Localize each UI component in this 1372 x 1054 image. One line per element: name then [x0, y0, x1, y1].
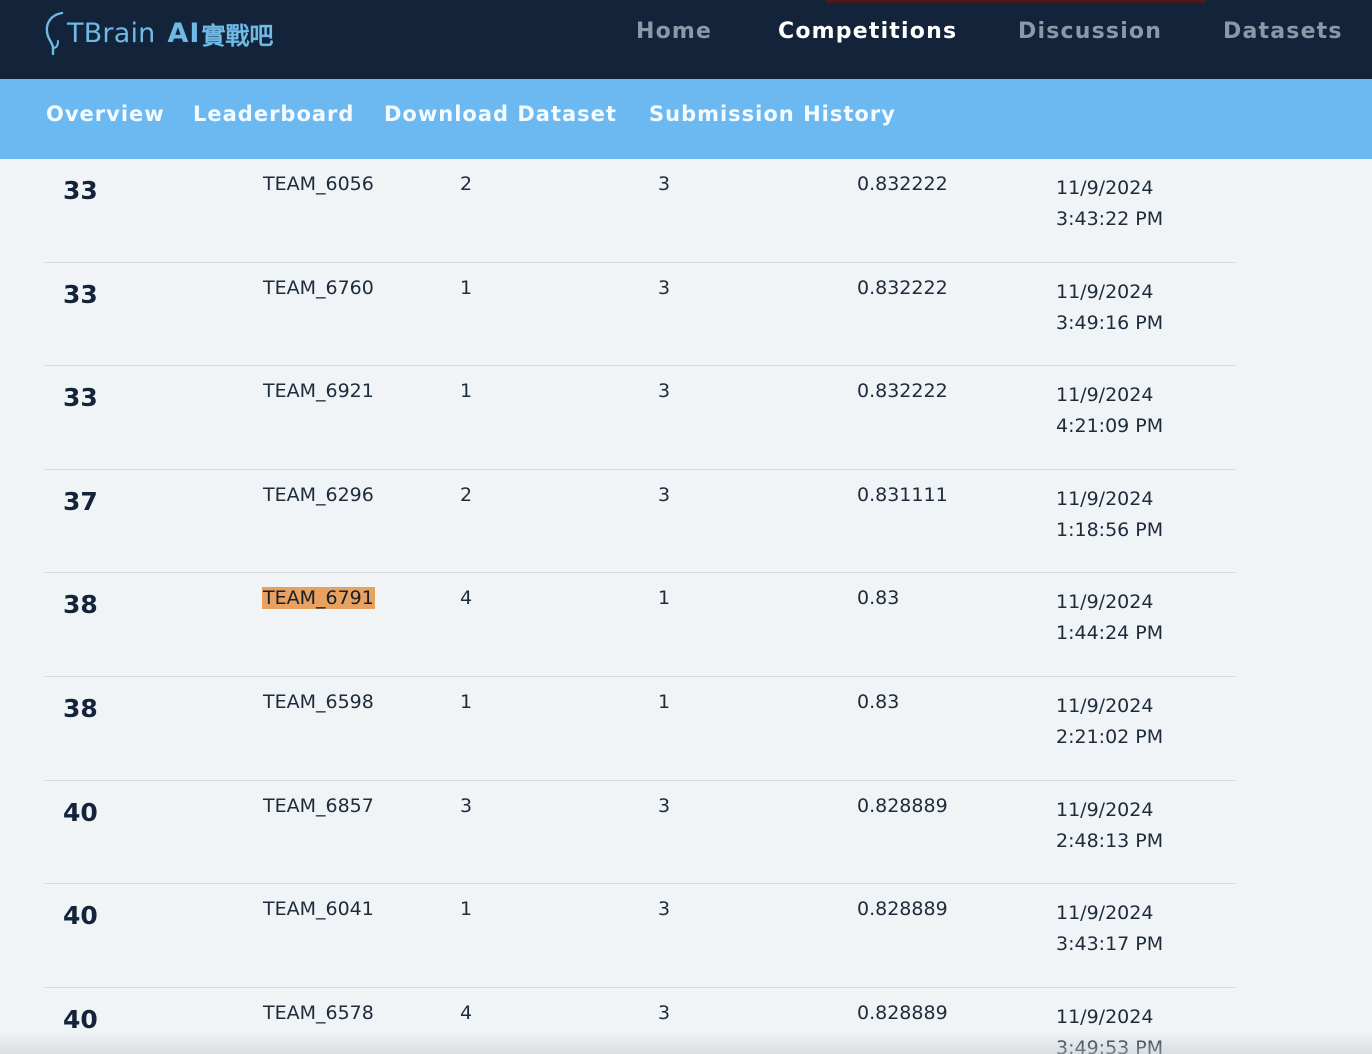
submitted-clock-time: 2:48:13 PM — [1056, 829, 1164, 852]
table-row: 33 TEAM_6760 1 3 0.832222 11/9/2024 3:49:16 PM — [44, 263, 1236, 367]
submitted-date: 11/9/2024 — [1056, 591, 1154, 614]
rank-cell: 33 — [63, 279, 98, 309]
brain-logo-icon — [44, 10, 66, 56]
submitted-time-cell: 11/9/2024 3:43:22 PM — [1056, 173, 1163, 235]
rank-cell: 38 — [63, 693, 98, 723]
rank-cell: 40 — [63, 797, 98, 827]
count-cell: 3 — [658, 794, 671, 817]
nav-home[interactable]: Home — [636, 19, 712, 44]
count-cell: 3 — [658, 173, 671, 195]
submissions-cell: 2 — [460, 483, 473, 506]
logo-chinese-text: 實戰吧 — [201, 21, 274, 50]
team-name-cell: TEAM_6296 — [263, 483, 374, 506]
submitted-clock-time: 3:43:22 PM — [1056, 208, 1164, 230]
submitted-clock-time: 1:44:24 PM — [1056, 622, 1164, 645]
rank-cell: 40 — [63, 901, 98, 931]
submitted-time-cell: 11/9/2024 4:21:09 PM — [1056, 380, 1163, 442]
submitted-date: 11/9/2024 — [1056, 1005, 1154, 1028]
count-cell: 3 — [658, 1001, 671, 1024]
submitted-date: 11/9/2024 — [1056, 902, 1154, 925]
score-cell: 0.828889 — [857, 898, 948, 921]
submitted-clock-time: 3:49:53 PM — [1056, 1036, 1164, 1054]
table-row: 38 TEAM_6791 4 1 0.83 11/9/2024 1:44:24 PM — [44, 573, 1236, 677]
table-row: 40 TEAM_6857 3 3 0.828889 11/9/2024 2:48:13 PM — [44, 781, 1236, 885]
count-cell: 3 — [658, 898, 671, 921]
nav-discussion[interactable]: Discussion — [1018, 19, 1162, 44]
team-name-cell: TEAM_6760 — [263, 276, 374, 299]
count-cell: 1 — [658, 690, 671, 713]
submissions-cell: 2 — [460, 173, 473, 195]
tab-leaderboard[interactable]: Leaderboard — [193, 102, 354, 126]
submissions-cell: 1 — [460, 898, 473, 921]
score-cell: 0.83 — [857, 587, 900, 610]
submissions-cell: 4 — [460, 587, 473, 610]
submissions-cell: 1 — [460, 690, 473, 713]
submitted-clock-time: 4:21:09 PM — [1056, 415, 1164, 438]
submitted-time-cell: 11/9/2024 1:44:24 PM — [1056, 587, 1163, 649]
submitted-date: 11/9/2024 — [1056, 177, 1154, 199]
rank-cell: 33 — [63, 176, 98, 205]
score-cell: 0.832222 — [857, 380, 948, 403]
submitted-date: 11/9/2024 — [1056, 798, 1154, 821]
table-row: 40 TEAM_6578 4 3 0.828889 11/9/2024 3:49:53 PM — [44, 988, 1236, 1054]
count-cell: 1 — [658, 587, 671, 610]
tab-download-dataset[interactable]: Download Dataset — [384, 102, 617, 126]
score-cell: 0.832222 — [857, 276, 948, 299]
table-row: 37 TEAM_6296 2 3 0.831111 11/9/2024 1:18:56 PM — [44, 470, 1236, 574]
submitted-time-cell: 11/9/2024 3:49:16 PM — [1056, 277, 1163, 339]
submissions-cell: 3 — [460, 794, 473, 817]
submitted-clock-time: 3:49:16 PM — [1056, 311, 1164, 334]
team-name-cell: TEAM_6056 — [263, 173, 374, 195]
team-name-cell: TEAM_6921 — [263, 380, 374, 403]
rank-cell: 38 — [63, 590, 98, 620]
team-name-cell: TEAM_6791 — [262, 587, 375, 610]
count-cell: 3 — [658, 276, 671, 299]
count-cell: 3 — [658, 483, 671, 506]
submissions-cell: 1 — [460, 276, 473, 299]
submitted-clock-time: 1:18:56 PM — [1056, 518, 1164, 541]
nav-competitions[interactable]: Competitions — [778, 19, 957, 44]
team-name-cell: TEAM_6578 — [263, 1001, 374, 1024]
submitted-date: 11/9/2024 — [1056, 487, 1154, 510]
top-accent-line — [826, 0, 1206, 3]
score-cell: 0.828889 — [857, 794, 948, 817]
submitted-clock-time: 3:43:17 PM — [1056, 933, 1164, 956]
submissions-cell: 4 — [460, 1001, 473, 1024]
team-name-cell: TEAM_6041 — [263, 898, 374, 921]
logo-text: TBrain — [67, 17, 156, 49]
submitted-date: 11/9/2024 — [1056, 694, 1154, 717]
tab-overview[interactable]: Overview — [46, 102, 165, 126]
count-cell: 3 — [658, 380, 671, 403]
submitted-time-cell: 11/9/2024 3:43:17 PM — [1056, 898, 1163, 960]
table-row: 33 TEAM_6921 1 3 0.832222 11/9/2024 4:21:09 PM — [44, 366, 1236, 470]
logo-ai-text: AI — [167, 17, 201, 49]
nav-datasets[interactable]: Datasets — [1223, 19, 1343, 44]
top-navbar: TBrain AI 實戰吧 Home Competitions Discussi… — [0, 0, 1372, 79]
submitted-time-cell: 11/9/2024 3:49:53 PM — [1056, 1002, 1163, 1054]
rank-cell: 37 — [63, 486, 98, 516]
score-cell: 0.83 — [857, 690, 900, 713]
team-name-cell: TEAM_6857 — [263, 794, 374, 817]
table-row: 38 TEAM_6598 1 1 0.83 11/9/2024 2:21:02 PM — [44, 677, 1236, 781]
score-cell: 0.831111 — [857, 483, 948, 506]
team-name-cell: TEAM_6598 — [263, 690, 374, 713]
score-cell: 0.828889 — [857, 1001, 948, 1024]
leaderboard-table: 33 TEAM_6056 2 3 0.832222 11/9/2024 3:43:22 PM… — [44, 159, 1236, 1054]
rank-cell: 33 — [63, 383, 98, 413]
rank-cell: 40 — [63, 1004, 98, 1034]
table-row: 33 TEAM_6056 2 3 0.832222 11/9/2024 3:43:22 PM — [44, 159, 1236, 263]
submitted-time-cell: 11/9/2024 2:48:13 PM — [1056, 795, 1163, 857]
submitted-date: 11/9/2024 — [1056, 280, 1154, 303]
competition-subnav: Overview Leaderboard Download Dataset Su… — [0, 79, 1372, 159]
submitted-clock-time: 2:21:02 PM — [1056, 725, 1164, 748]
site-logo[interactable]: TBrain AI 實戰吧 — [44, 8, 273, 58]
submitted-time-cell: 11/9/2024 1:18:56 PM — [1056, 484, 1163, 546]
tab-submission-history[interactable]: Submission History — [649, 102, 896, 126]
submitted-time-cell: 11/9/2024 2:21:02 PM — [1056, 691, 1163, 753]
submitted-date: 11/9/2024 — [1056, 384, 1154, 407]
table-row: 40 TEAM_6041 1 3 0.828889 11/9/2024 3:43:17 PM — [44, 884, 1236, 988]
submissions-cell: 1 — [460, 380, 473, 403]
score-cell: 0.832222 — [857, 173, 948, 195]
